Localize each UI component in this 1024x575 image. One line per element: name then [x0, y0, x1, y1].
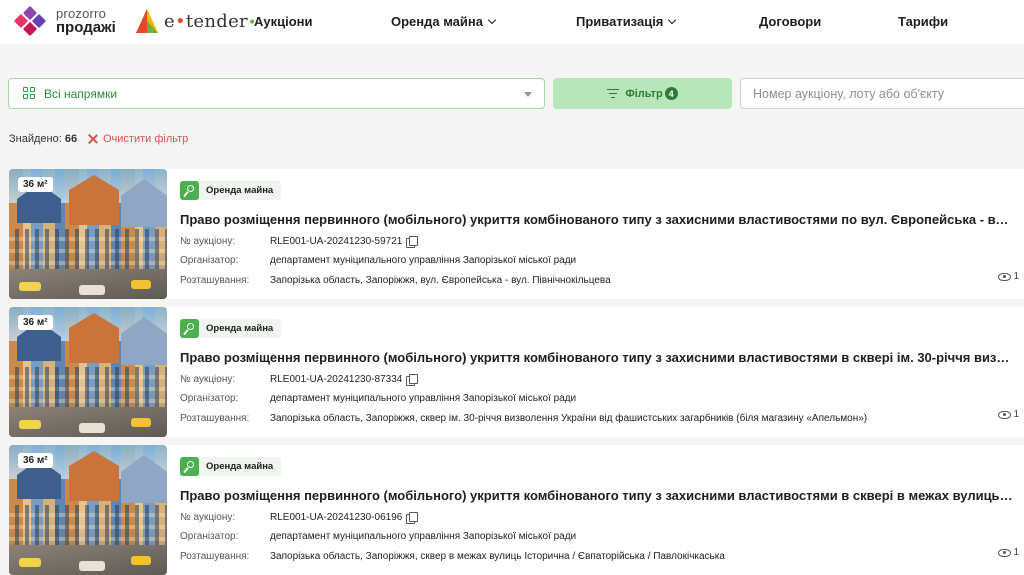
- organizer-row: Організатор: департамент муніципального …: [180, 393, 577, 404]
- caret-down-icon: [524, 92, 532, 97]
- auction-number-row: № аукціону: RLE001-UA-20241230-87334: [180, 374, 419, 386]
- filter-count-badge: 4: [664, 87, 678, 100]
- nav-property-rent[interactable]: Оренда майна: [391, 14, 497, 29]
- eye-icon: [998, 272, 1012, 281]
- lot-image[interactable]: 36 м²: [9, 307, 167, 437]
- auction-number: RLE001-UA-20241230-87334: [270, 374, 403, 385]
- area-badge: 36 м²: [18, 315, 53, 330]
- auction-number: RLE001-UA-20241230-06196: [270, 512, 403, 523]
- top-header: prozorro продажі e•tender• Аукціони Орен…: [0, 0, 1024, 44]
- location-row: Розташування: Запорізька область, Запорі…: [180, 551, 725, 562]
- direction-select[interactable]: Всі напрямки: [8, 78, 545, 109]
- filter-button-label: Фільтр: [625, 87, 663, 100]
- prodazhi-logo-text: продажі: [56, 19, 116, 36]
- location-value: Запорізька область, Запоріжжя, сквер в м…: [270, 551, 725, 562]
- organizer-row: Організатор: департамент муніципального …: [180, 255, 577, 266]
- nav-tariffs[interactable]: Тарифи: [898, 14, 948, 29]
- location-row: Розташування: Запорізька область, Запорі…: [180, 413, 868, 424]
- category-tag: Оренда майна: [180, 181, 282, 200]
- results-count-value: 66: [64, 133, 78, 145]
- lot-card[interactable]: 36 м² Оренда майна Право розміщення перв…: [9, 307, 1024, 437]
- direction-select-value: Всі напрямки: [44, 86, 118, 101]
- nav-contracts[interactable]: Договори: [759, 14, 821, 29]
- category-tag: Оренда майна: [180, 457, 282, 476]
- views-counter: 1: [998, 271, 1019, 282]
- copy-icon[interactable]: [406, 374, 419, 386]
- views-counter: 1: [998, 547, 1019, 558]
- etender-logo[interactable]: e•tender•: [134, 7, 257, 35]
- location-row: Розташування: Запорізька область, Запорі…: [180, 275, 611, 286]
- eye-icon: [998, 548, 1012, 557]
- views-counter: 1: [998, 409, 1019, 420]
- lot-image[interactable]: 36 м²: [9, 445, 167, 575]
- key-icon: [180, 457, 199, 476]
- filter-button[interactable]: Фільтр 4: [553, 78, 732, 109]
- results-count: Знайдено: 66: [9, 133, 78, 145]
- auction-number-row: № аукціону: RLE001-UA-20241230-06196: [180, 512, 419, 524]
- organizer-value: департамент муніципального управління За…: [270, 255, 577, 266]
- filter-icon: [607, 88, 620, 99]
- lot-title-link[interactable]: Право розміщення первинного (мобільного)…: [180, 488, 1013, 503]
- clear-filter-button[interactable]: Очистити фільтр: [88, 133, 188, 145]
- location-value: Запорізька область, Запоріжжя, вул. Євро…: [270, 275, 611, 286]
- key-icon: [180, 181, 199, 200]
- close-icon: [88, 134, 98, 144]
- organizer-value: департамент муніципального управління За…: [270, 393, 577, 404]
- location-value: Запорізька область, Запоріжжя, сквер ім.…: [270, 413, 868, 424]
- area-badge: 36 м²: [18, 177, 53, 192]
- copy-icon[interactable]: [406, 236, 419, 248]
- area-badge: 36 м²: [18, 453, 53, 468]
- prozorro-diamonds-icon: [13, 5, 50, 37]
- organizer-row: Організатор: департамент муніципального …: [180, 531, 577, 542]
- lot-image[interactable]: 36 м²: [9, 169, 167, 299]
- lot-card[interactable]: 36 м² Оренда майна Право розміщення перв…: [9, 445, 1024, 575]
- lot-title-link[interactable]: Право розміщення первинного (мобільного)…: [180, 212, 1013, 227]
- search-input[interactable]: [740, 78, 1024, 109]
- organizer-value: департамент муніципального управління За…: [270, 531, 577, 542]
- prozorro-logo[interactable]: prozorro продажі: [13, 5, 116, 37]
- chevron-down-icon: [487, 15, 497, 25]
- auction-number: RLE001-UA-20241230-59721: [270, 236, 403, 247]
- auction-number-row: № аукціону: RLE001-UA-20241230-59721: [180, 236, 419, 248]
- key-icon: [180, 319, 199, 338]
- nav-auctions[interactable]: Аукціони: [254, 14, 313, 29]
- grid-icon: [23, 87, 36, 100]
- etender-e-text: e: [164, 10, 175, 32]
- etender-rest-text: tender: [185, 10, 248, 32]
- chevron-down-icon: [668, 15, 677, 25]
- lot-title-link[interactable]: Право розміщення первинного (мобільного)…: [180, 350, 1013, 365]
- etender-mark-icon: [136, 9, 158, 33]
- lot-card[interactable]: 36 м² Оренда майна Право розміщення перв…: [9, 169, 1024, 299]
- category-tag: Оренда майна: [180, 319, 282, 338]
- copy-icon[interactable]: [406, 512, 419, 524]
- nav-privatization[interactable]: Приватизація: [576, 14, 677, 29]
- eye-icon: [998, 410, 1012, 419]
